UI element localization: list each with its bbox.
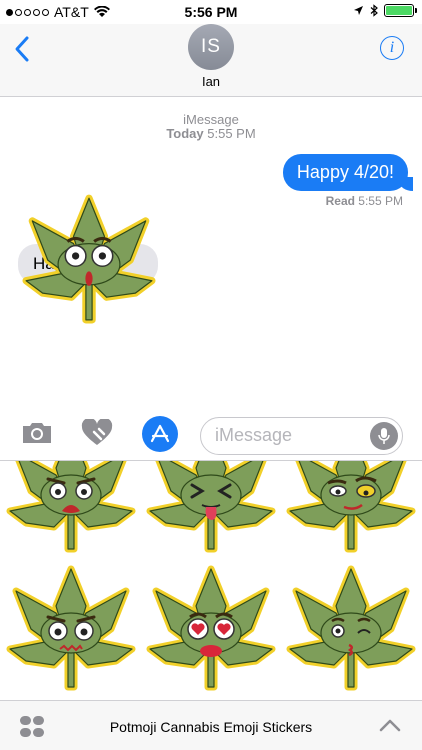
- sticker-heart-eyes[interactable]: [146, 561, 276, 691]
- app-drawer-bar: Potmoji Cannabis Emoji Stickers: [0, 700, 422, 750]
- digital-touch-heart-icon: [81, 419, 113, 445]
- timestamp-day: Today: [166, 126, 204, 141]
- microphone-icon: [378, 428, 390, 444]
- sticker-crying[interactable]: [6, 460, 136, 553]
- sticker-smirk[interactable]: [286, 460, 416, 553]
- info-icon[interactable]: i: [380, 36, 404, 60]
- sticker-tray: [0, 460, 422, 700]
- camera-button[interactable]: [20, 418, 54, 448]
- battery-icon: [384, 4, 417, 17]
- sticker-winking-tongue[interactable]: [146, 460, 276, 553]
- location-arrow-icon: [354, 6, 363, 15]
- sticker-kissing[interactable]: [286, 561, 416, 691]
- read-receipt: Read 5:55 PM: [326, 194, 403, 208]
- conversation-header: IS Ian i: [0, 24, 422, 97]
- digital-touch-button[interactable]: [80, 418, 114, 448]
- read-time: 5:55 PM: [358, 194, 403, 208]
- bluetooth-icon: [370, 4, 378, 17]
- placed-sticker-surprised[interactable]: [22, 190, 156, 324]
- camera-icon: [23, 423, 51, 443]
- read-label: Read: [325, 194, 355, 208]
- app-store-button[interactable]: [142, 416, 178, 452]
- contact-name[interactable]: Ian: [0, 74, 422, 89]
- status-bar: AT&T 5:56 PM: [0, 0, 422, 24]
- message-field[interactable]: [200, 417, 403, 455]
- sticker-app-title: Potmoji Cannabis Emoji Stickers: [109, 719, 313, 735]
- app-store-icon: [150, 424, 170, 443]
- chevron-up-icon[interactable]: [378, 715, 402, 735]
- outgoing-message-bubble[interactable]: Happy 4/20!: [282, 154, 414, 191]
- back-chevron-icon[interactable]: [10, 34, 34, 64]
- message-input-bar: [0, 412, 422, 460]
- service-label: iMessage: [183, 112, 239, 127]
- status-right: [353, 4, 417, 17]
- microphone-button[interactable]: [370, 422, 398, 450]
- sticker-worried[interactable]: [6, 561, 136, 691]
- timestamp: Today 5:55 PM: [0, 126, 422, 141]
- timestamp-time: 5:55 PM: [207, 126, 256, 141]
- message-input[interactable]: [215, 425, 365, 446]
- avatar[interactable]: IS: [188, 24, 234, 70]
